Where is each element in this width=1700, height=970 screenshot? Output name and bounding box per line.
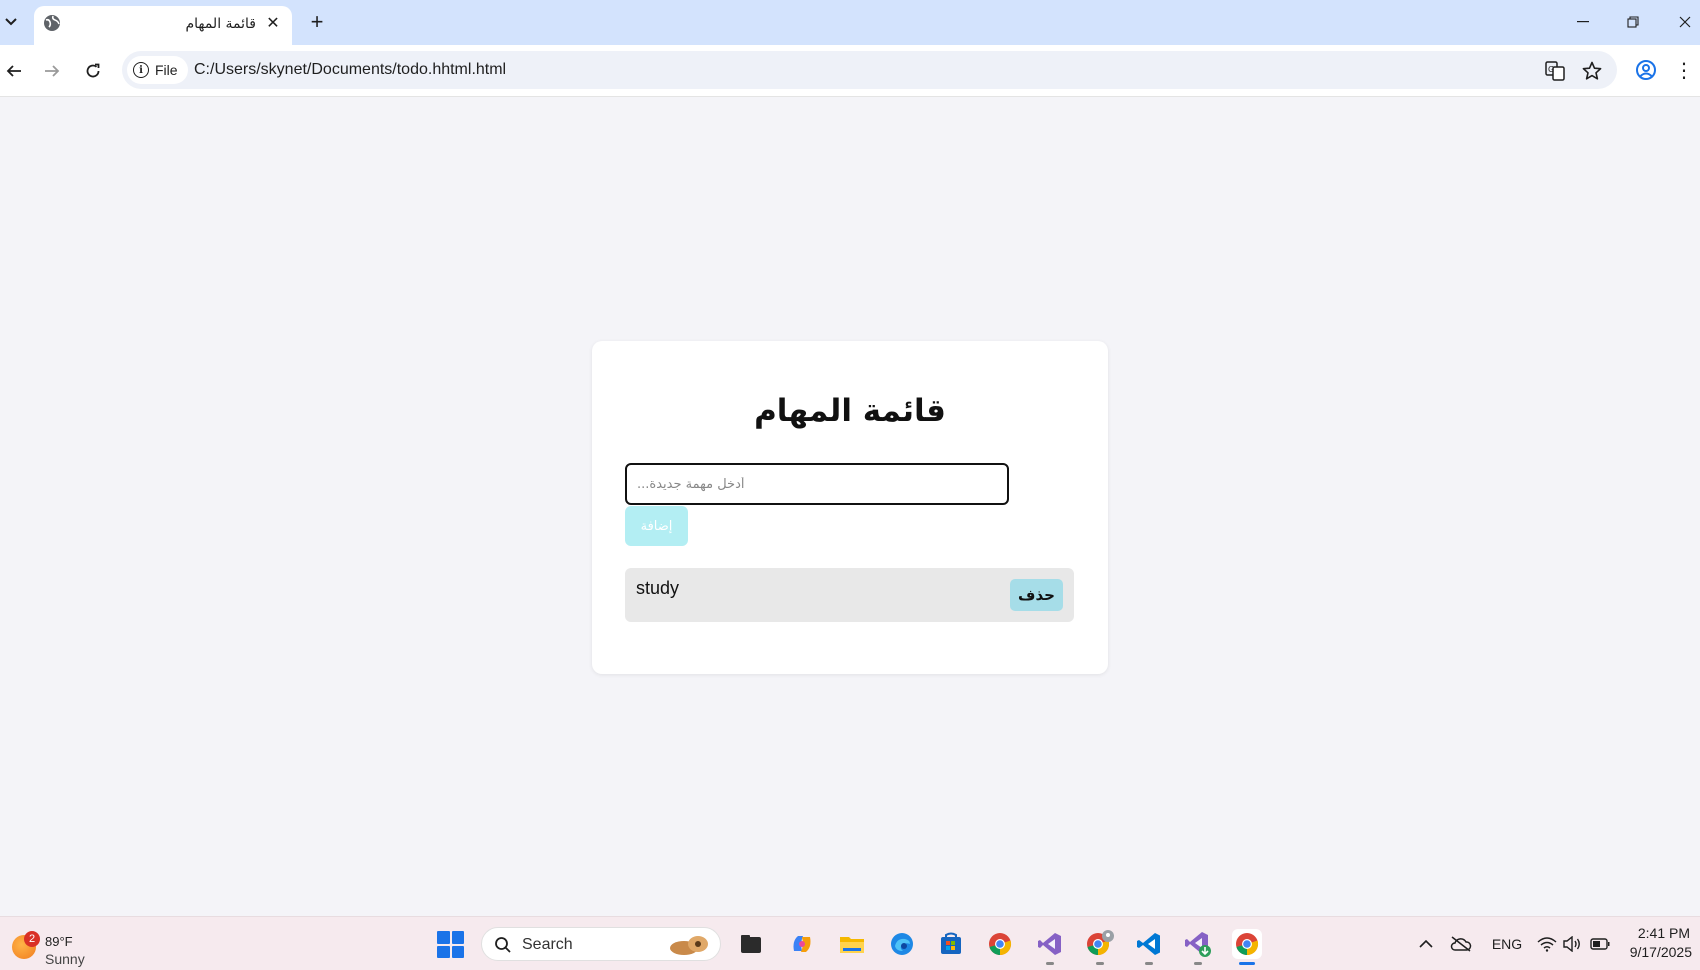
visual-studio-installer-app-icon[interactable]: [1183, 929, 1213, 965]
profile-icon[interactable]: [1633, 57, 1659, 83]
new-task-input[interactable]: [625, 463, 1009, 505]
todo-card: قائمة المهام إضافة study حذف: [592, 341, 1108, 674]
chrome-profile-app-icon[interactable]: [1085, 929, 1115, 965]
site-chip-label: File: [155, 62, 178, 78]
clock-date[interactable]: 9/17/2025: [1630, 944, 1692, 960]
delete-task-button[interactable]: حذف: [1010, 579, 1063, 611]
store-app-icon[interactable]: [936, 929, 966, 959]
files-app-icon[interactable]: [736, 929, 766, 959]
running-indicator: [1096, 962, 1104, 965]
address-bar[interactable]: i File C:/Users/skynet/Documents/todo.hh…: [122, 51, 1617, 89]
restore-icon[interactable]: [1618, 10, 1648, 34]
file-explorer-app-icon[interactable]: [837, 929, 867, 959]
svg-text:G: G: [1548, 65, 1554, 74]
task-item: study حذف: [625, 568, 1074, 622]
chrome-app-icon[interactable]: [985, 929, 1015, 959]
new-tab-icon[interactable]: +: [305, 9, 329, 34]
volume-icon[interactable]: [1561, 933, 1583, 955]
minimize-icon[interactable]: [1568, 10, 1598, 34]
url-text[interactable]: C:/Users/skynet/Documents/todo.hhtml.htm…: [194, 61, 506, 79]
notification-badge: 2: [24, 931, 40, 947]
active-tab[interactable]: قائمة المهام ✕: [34, 6, 292, 45]
tab-strip: قائمة المهام ✕ +: [0, 0, 1700, 45]
search-icon: [495, 937, 511, 953]
vscode-app-icon[interactable]: [1134, 929, 1164, 965]
globe-icon: [44, 15, 60, 31]
tab-title: قائمة المهام: [185, 16, 256, 32]
taskbar-search[interactable]: Search: [481, 927, 721, 961]
search-highlight-icon: [670, 936, 708, 955]
windows-start-icon[interactable]: [437, 931, 464, 958]
running-indicator: [1046, 962, 1054, 965]
search-label: Search: [522, 936, 573, 953]
running-indicator: [1194, 962, 1202, 965]
tab-search-icon[interactable]: [0, 8, 22, 36]
close-tab-icon[interactable]: ✕: [264, 14, 282, 32]
reload-icon[interactable]: [79, 57, 107, 85]
edge-app-icon[interactable]: [887, 929, 917, 959]
info-icon: i: [133, 62, 149, 78]
bookmark-star-icon[interactable]: [1581, 60, 1603, 82]
chrome-active-app-icon[interactable]: [1232, 929, 1262, 965]
cloud-offline-icon[interactable]: [1450, 933, 1472, 955]
site-info-chip[interactable]: i File: [127, 56, 188, 84]
wifi-icon[interactable]: [1536, 933, 1558, 955]
weather-widget[interactable]: 2 89°F Sunny: [12, 925, 102, 967]
close-window-icon[interactable]: [1670, 10, 1700, 34]
weather-temp: 89°F: [45, 934, 73, 949]
active-indicator: [1239, 962, 1255, 965]
copilot-app-icon[interactable]: [787, 929, 817, 959]
visual-studio-app-icon[interactable]: [1035, 929, 1065, 965]
add-task-button[interactable]: إضافة: [625, 506, 688, 546]
language-indicator[interactable]: ENG: [1489, 933, 1525, 955]
forward-arrow-icon[interactable]: [38, 57, 66, 85]
task-text: study: [636, 578, 680, 598]
clock-time[interactable]: 2:41 PM: [1638, 925, 1690, 941]
back-arrow-icon[interactable]: [0, 57, 28, 85]
windows-taskbar: 2 89°F Sunny Search ENG 2:41 PM 9/17/202…: [0, 916, 1700, 970]
running-indicator: [1145, 962, 1153, 965]
weather-condition: Sunny: [45, 951, 85, 967]
page-title: قائمة المهام: [754, 393, 946, 429]
translate-icon[interactable]: G: [1544, 60, 1566, 82]
browser-toolbar: i File C:/Users/skynet/Documents/todo.hh…: [0, 45, 1700, 97]
chevron-up-icon[interactable]: [1417, 933, 1435, 955]
kebab-menu-icon[interactable]: ⋮: [1674, 57, 1694, 83]
battery-icon[interactable]: [1589, 933, 1611, 955]
